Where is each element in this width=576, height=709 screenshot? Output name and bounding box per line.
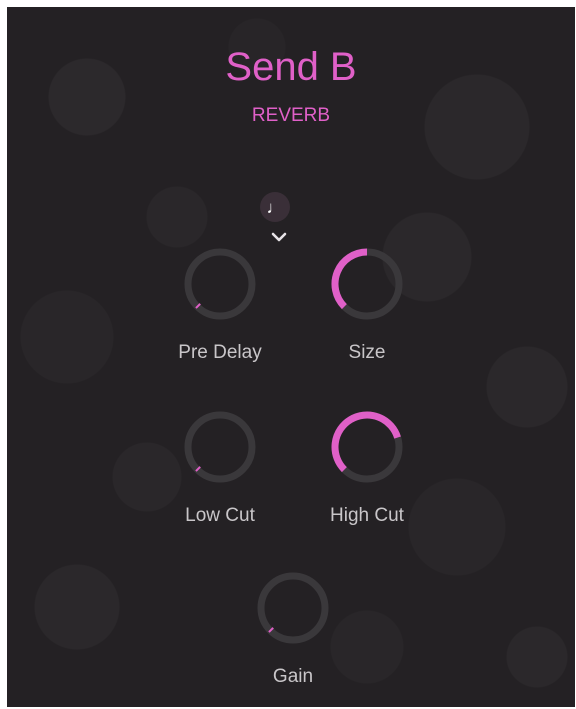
pre-delay-dial[interactable]: [180, 244, 260, 324]
gain-dial[interactable]: [253, 568, 333, 648]
knob-value-arc: [331, 411, 401, 473]
size-dial[interactable]: [327, 244, 407, 324]
gain-label: Gain: [272, 666, 314, 687]
knob-size[interactable]: Size: [307, 244, 427, 384]
chevron-down-icon[interactable]: [271, 231, 287, 243]
send-panel: Send B REVERB ♩ Pre Delay Size Low Cut H…: [7, 7, 575, 707]
low-cut-dial[interactable]: [180, 407, 260, 487]
knob-pre-delay[interactable]: Pre Delay: [160, 244, 280, 384]
tempo-sync-button[interactable]: ♩: [260, 192, 290, 222]
knob-low-cut[interactable]: Low Cut: [160, 407, 280, 547]
low-cut-label: Low Cut: [185, 505, 255, 526]
knob-gain[interactable]: Gain: [233, 568, 353, 707]
size-label: Size: [348, 342, 386, 363]
effect-type-label: REVERB: [251, 105, 331, 126]
knob-high-cut[interactable]: High Cut: [307, 407, 427, 547]
send-title: Send B: [225, 45, 357, 89]
high-cut-dial[interactable]: [327, 407, 407, 487]
knob-value-arc: [331, 248, 368, 310]
pre-delay-label: Pre Delay: [178, 342, 262, 363]
music-note-icon: ♩: [266, 197, 284, 217]
high-cut-label: High Cut: [330, 505, 404, 526]
